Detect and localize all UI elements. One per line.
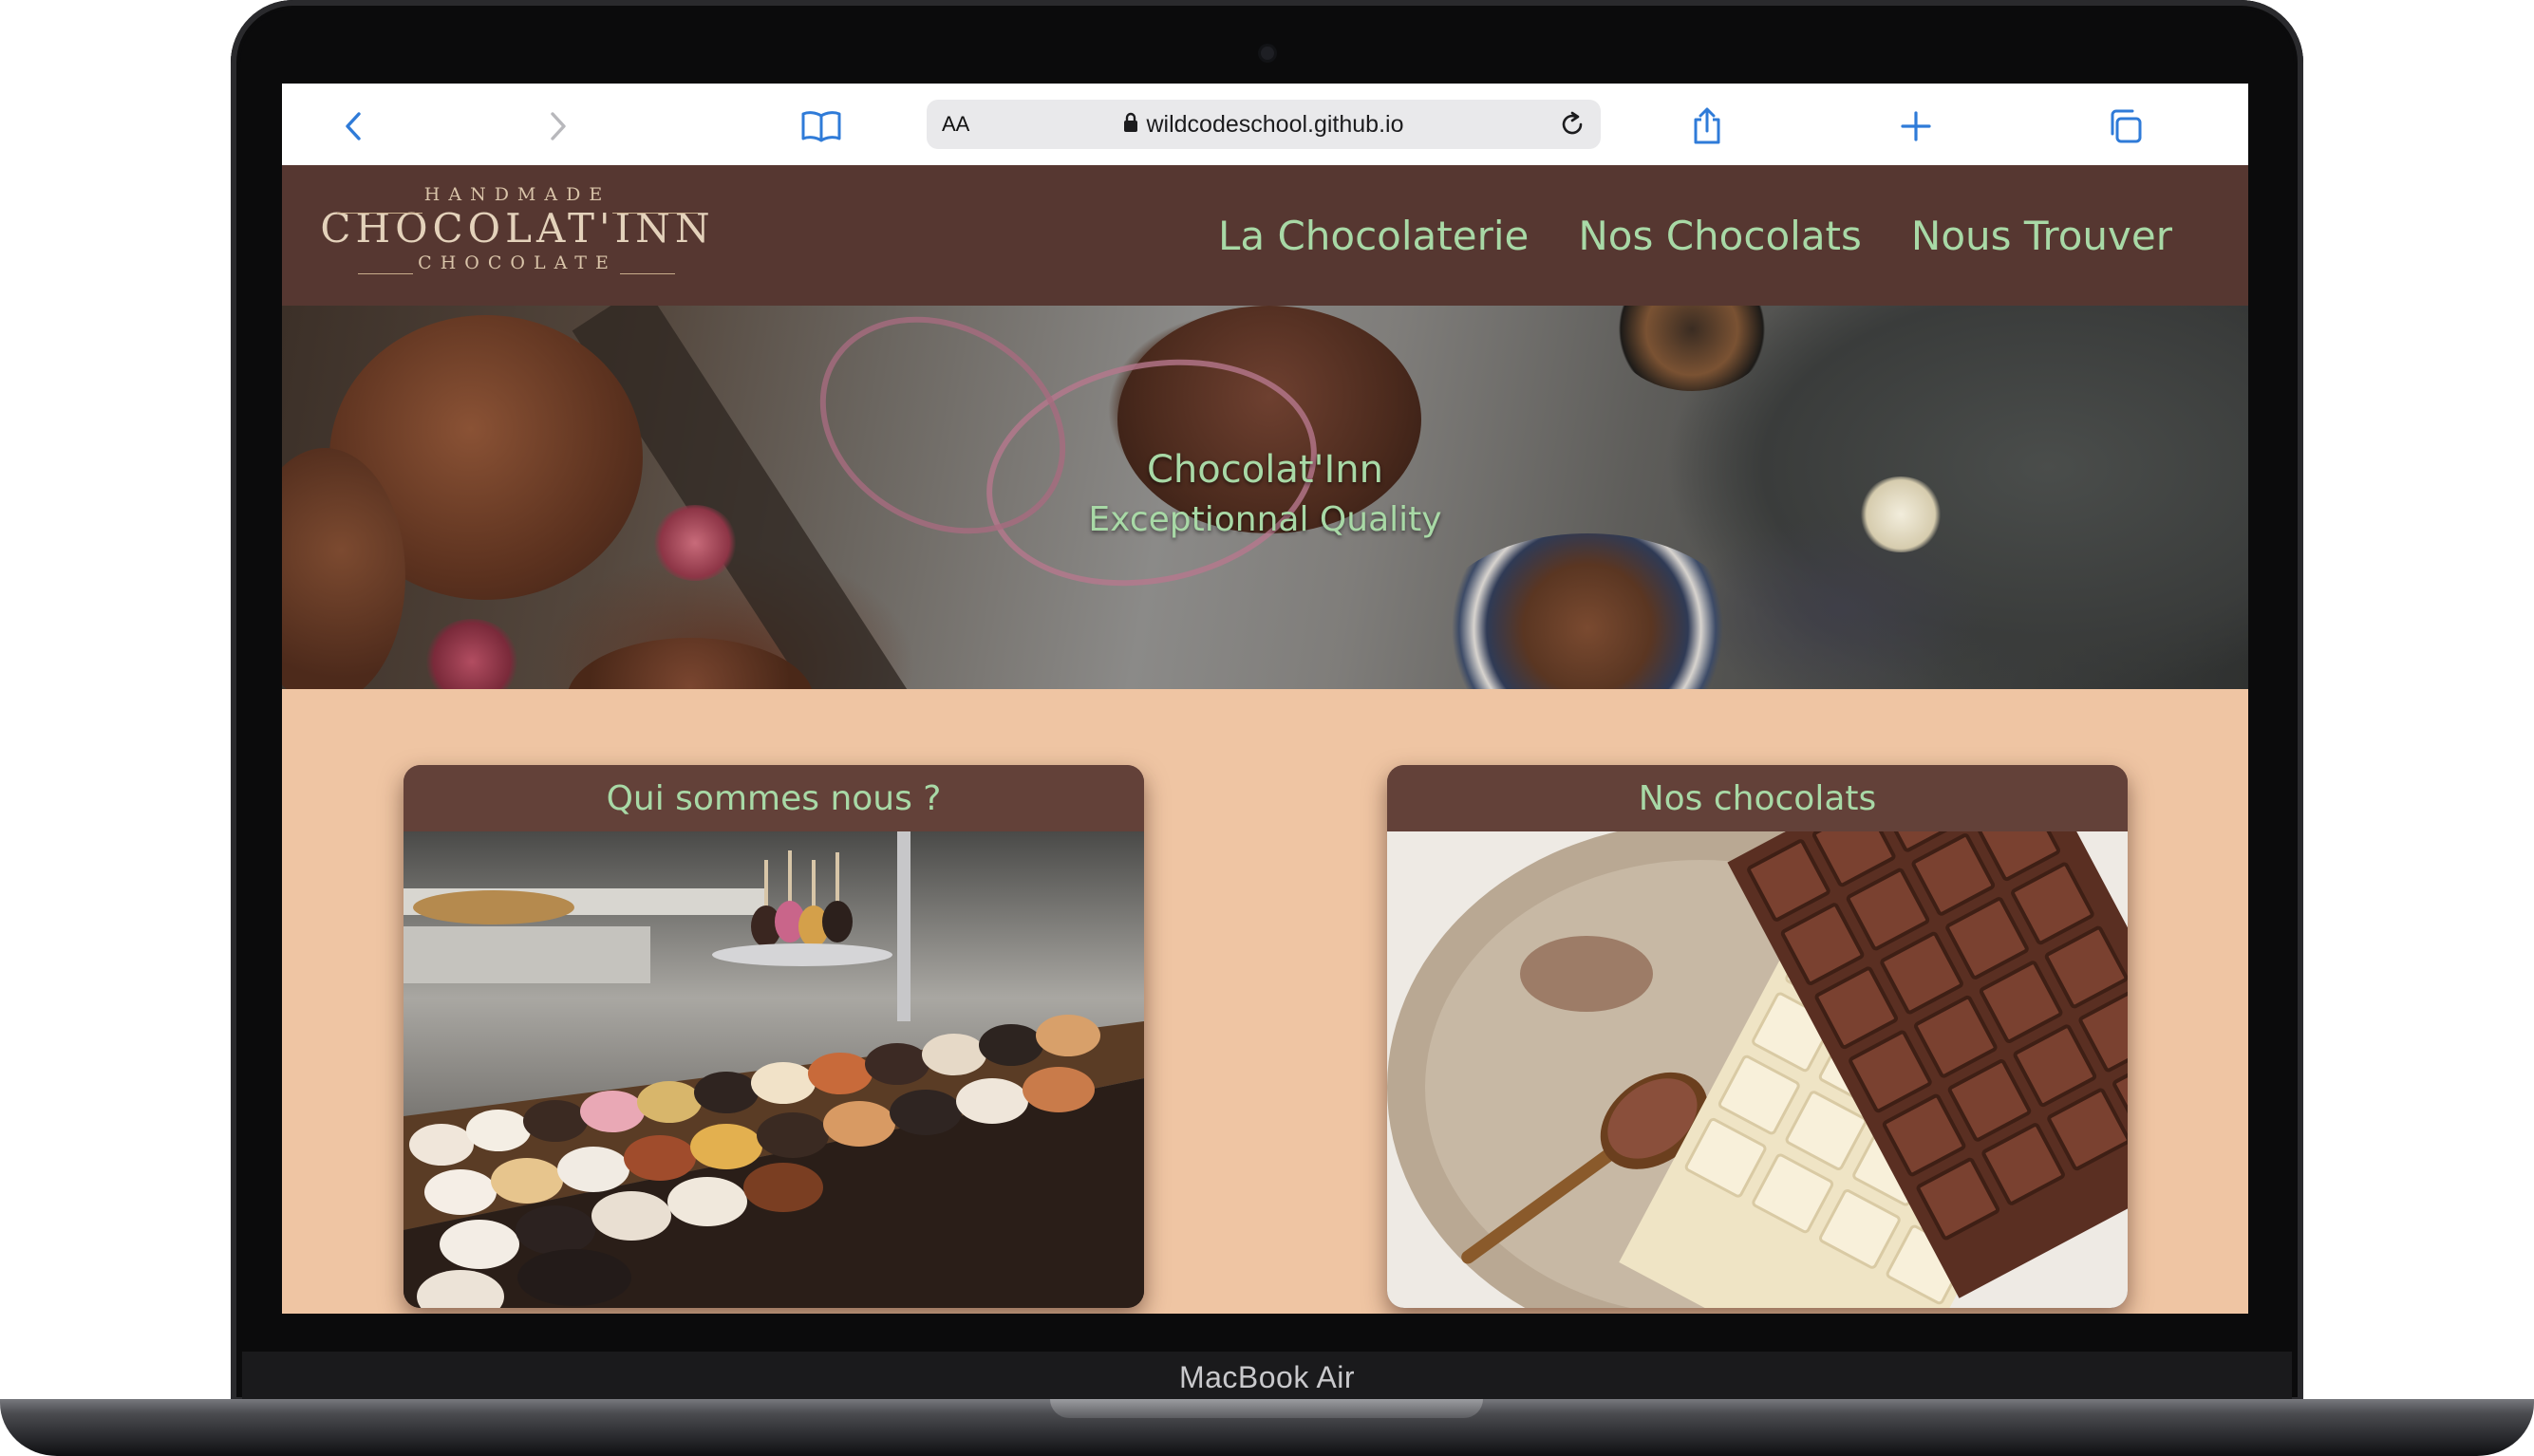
logo-tagline-top: HANDMADE [423,184,611,205]
hero-banner: Chocolat'Inn Exceptionnal Quality [282,306,2248,689]
logo-rule-left [337,213,422,214]
tabs-icon[interactable] [2103,104,2147,148]
hero-subtitle: Exceptionnal Quality [1088,500,1442,539]
webcam [1261,47,1274,60]
card-header: Qui sommes nous ? [404,765,1144,833]
hero-title: Chocolat'Inn [1146,448,1384,492]
card-nos-chocolats[interactable]: Nos chocolats [1387,765,2128,1308]
logo-rule-right [612,213,698,214]
logo-tagline-bottom: CHOCOLATE [418,252,617,273]
hero-image-rose [424,619,519,689]
card-header: Nos chocolats [1387,765,2128,833]
hero-image-dried-orange [1611,306,1773,391]
url-display: wildcodeschool.github.io [927,100,1601,149]
screen-bezel-bottom: MacBook Air [242,1352,2292,1403]
address-bar[interactable]: AA wildcodeschool.github.io [927,100,1601,149]
logo-rule-left-bottom [358,273,413,274]
lock-icon [1123,112,1138,137]
device-label: MacBook Air [1178,1359,1356,1394]
card-image-pastry-display [404,831,1144,1308]
card-qui-sommes-nous[interactable]: Qui sommes nous ? [404,765,1144,1308]
nav-la-chocolaterie[interactable]: La Chocolaterie [1218,213,1529,259]
reload-icon[interactable] [1553,105,1591,143]
bookmarks-icon[interactable] [799,104,843,148]
site-header: HANDMADE CHOCOLAT'INN CHOCOLATE La Choco… [282,165,2248,306]
hero-text: Chocolat'Inn Exceptionnal Quality [282,444,2248,545]
main-nav: La Chocolaterie Nos Chocolats Nous Trouv… [1218,165,2172,306]
back-icon[interactable] [331,104,375,148]
browser-toolbar: AA wildcodeschool.github.io [282,84,2248,165]
card-image-chocolate-bars [1387,831,2128,1308]
url-text: wildcodeschool.github.io [1146,110,1404,138]
card-title: Qui sommes nous ? [606,778,942,818]
hero-image-cocoa-bowl [1431,533,1744,689]
forward-icon[interactable] [536,104,580,148]
new-tab-icon[interactable] [1894,104,1938,148]
laptop-base-notch [1050,1399,1483,1418]
nav-nos-chocolats[interactable]: Nos Chocolats [1578,213,1862,259]
card-title: Nos chocolats [1638,778,1877,818]
nav-nous-trouver[interactable]: Nous Trouver [1911,213,2172,259]
browser-screen: AA wildcodeschool.github.io HANDMADE CHO… [282,84,2248,1314]
share-icon[interactable] [1685,104,1729,148]
logo-rule-right-bottom [620,273,675,274]
logo[interactable]: HANDMADE CHOCOLAT'INN CHOCOLATE [318,184,717,273]
